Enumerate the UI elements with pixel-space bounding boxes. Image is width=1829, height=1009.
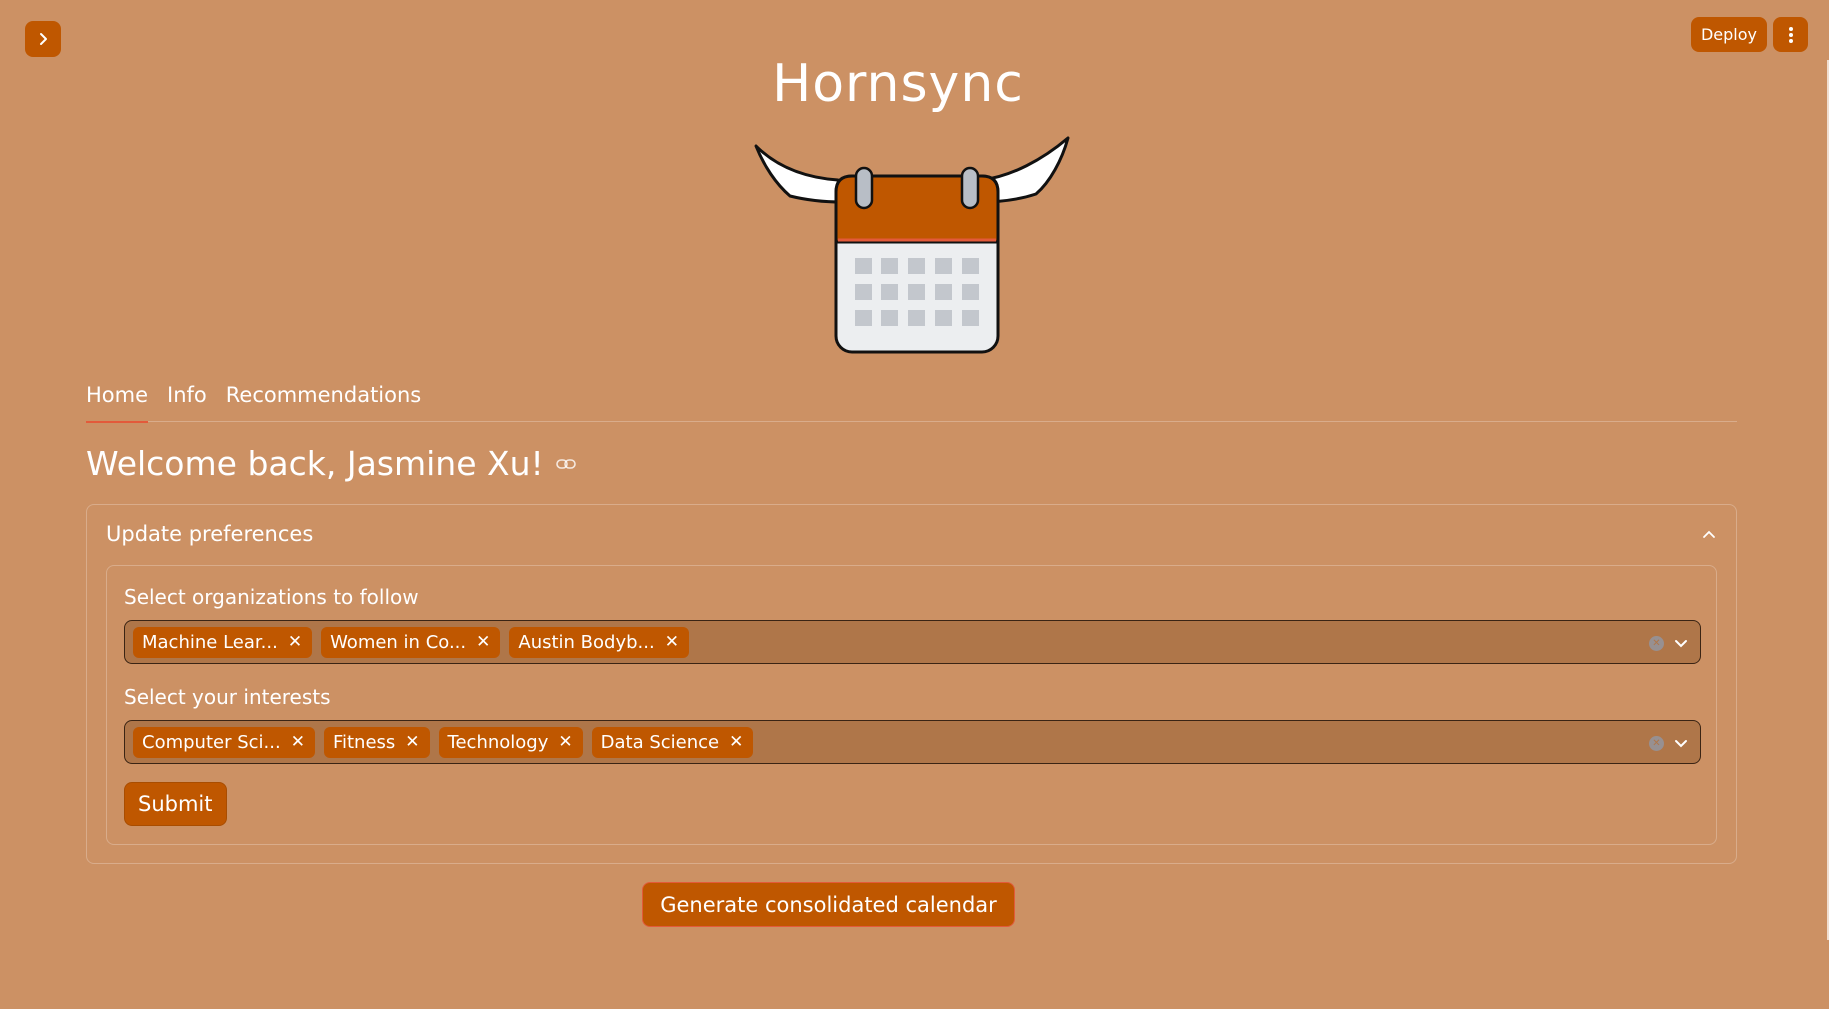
orgs-label: Select organizations to follow [124, 585, 419, 609]
chevron-down-icon[interactable] [1674, 738, 1688, 748]
interests-multiselect[interactable]: Computer Sci... ✕ Fitness ✕ Technology ✕… [124, 720, 1701, 764]
chip-label: Austin Bodyb... [518, 631, 655, 653]
clear-all-icon[interactable]: ✕ [1649, 635, 1664, 651]
remove-chip-icon[interactable]: ✕ [729, 732, 743, 752]
chevron-right-icon [40, 33, 47, 45]
org-chip: Women in Co... ✕ [321, 626, 501, 658]
remove-chip-icon[interactable]: ✕ [558, 732, 572, 752]
main-menu-button[interactable] [1773, 17, 1808, 52]
chip-label: Data Science [600, 731, 720, 753]
remove-chip-icon[interactable]: ✕ [476, 632, 490, 652]
chip-label: Fitness [332, 731, 396, 753]
orgs-multiselect[interactable]: Machine Lear... ✕ Women in Co... ✕ Austi… [124, 620, 1701, 664]
generate-calendar-button[interactable]: Generate consolidated calendar [642, 882, 1015, 927]
org-chip: Austin Bodyb... ✕ [509, 626, 689, 658]
interest-chip: Computer Sci... ✕ [133, 726, 315, 758]
interests-label: Select your interests [124, 685, 331, 709]
top-right-toolbar: Deploy [1690, 17, 1808, 52]
submit-button[interactable]: Submit [124, 782, 227, 826]
chip-label: Technology [447, 731, 549, 753]
multiselect-controls: ✕ [1649, 721, 1688, 765]
deploy-button[interactable]: Deploy [1690, 17, 1767, 52]
clear-all-icon[interactable]: ✕ [1649, 735, 1664, 751]
chip-label: Machine Lear... [142, 631, 278, 653]
expander-header[interactable]: Update preferences [87, 505, 1736, 563]
chip-label: Computer Sci... [142, 731, 281, 753]
remove-chip-icon[interactable]: ✕ [291, 732, 305, 752]
link-icon[interactable] [555, 458, 576, 470]
org-chip: Machine Lear... ✕ [133, 626, 313, 658]
tab-home[interactable]: Home [86, 382, 149, 423]
welcome-text: Welcome back, Jasmine Xu! [86, 444, 544, 483]
interest-chip: Technology ✕ [438, 726, 583, 758]
chevron-up-icon [1703, 530, 1715, 538]
preferences-expander: Update preferences Select organizations … [86, 504, 1737, 864]
app-title: Hornsync [772, 54, 1024, 114]
preferences-form: Select organizations to follow Machine L… [106, 565, 1717, 845]
interest-chip: Fitness ✕ [323, 726, 430, 758]
more-vertical-icon [1788, 26, 1793, 43]
chevron-down-icon[interactable] [1674, 638, 1688, 648]
tab-info[interactable]: Info [167, 382, 207, 422]
longhorn-calendar-logo [754, 136, 1070, 354]
sidebar-toggle-button[interactable] [25, 21, 61, 57]
expander-title: Update preferences [106, 522, 314, 546]
chip-label: Women in Co... [330, 631, 467, 653]
tab-bar: Home Info Recommendations [86, 382, 1737, 423]
remove-chip-icon[interactable]: ✕ [288, 632, 302, 652]
remove-chip-icon[interactable]: ✕ [405, 732, 419, 752]
welcome-heading: Welcome back, Jasmine Xu! [86, 444, 576, 483]
multiselect-controls: ✕ [1649, 621, 1688, 665]
tab-recommendations[interactable]: Recommendations [226, 382, 421, 422]
interest-chip: Data Science ✕ [591, 726, 754, 758]
remove-chip-icon[interactable]: ✕ [665, 632, 679, 652]
